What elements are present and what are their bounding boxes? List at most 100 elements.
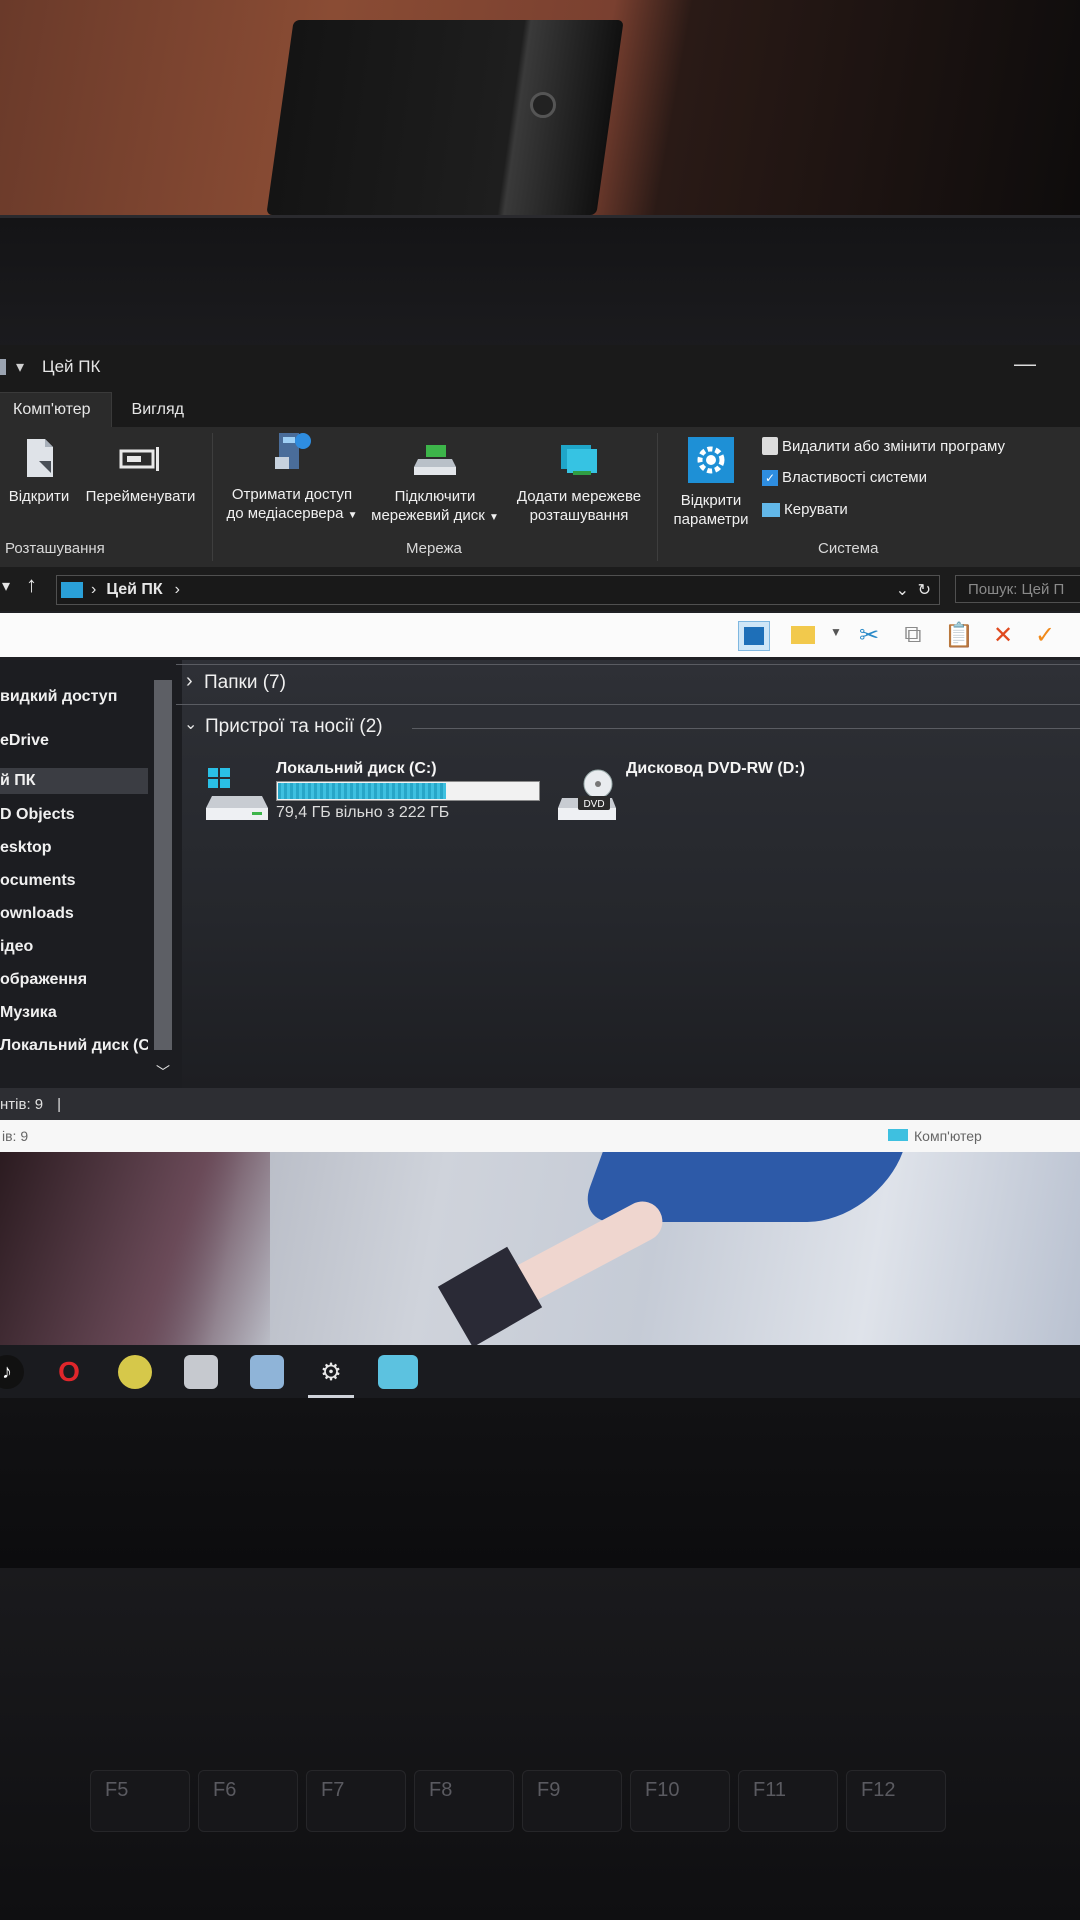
recent-dropdown-icon[interactable]: ▾ xyxy=(2,576,10,596)
breadcrumb-chevron-icon: › xyxy=(174,581,180,598)
scroll-thumb[interactable] xyxy=(154,680,172,1050)
system-properties-button[interactable]: ✓ Властивості системи xyxy=(762,469,927,486)
settings-label-2: параметри xyxy=(673,511,749,528)
location-group-label: Розташування xyxy=(5,540,105,557)
svg-text:DVD: DVD xyxy=(583,799,604,810)
settings-taskbar-icon[interactable]: ⚙ xyxy=(314,1355,348,1389)
quick-access-dropdown[interactable]: ▾ xyxy=(16,357,24,377)
status-bar: нтів: 9 | xyxy=(0,1088,1080,1120)
computer-small-icon xyxy=(888,1129,908,1141)
uninstall-program-button[interactable]: Видалити або змінити програму xyxy=(762,437,1005,455)
paste-icon[interactable]: 📋 xyxy=(944,621,974,649)
minimize-button[interactable]: — xyxy=(1014,351,1036,377)
chevron-down-icon[interactable]: ▼ xyxy=(830,625,842,639)
add-network-location-button[interactable]: Додати мережеве розташування xyxy=(508,441,650,525)
window-title: Цей ПК xyxy=(42,357,101,376)
folder-icon xyxy=(0,359,6,375)
nav-item-pictures[interactable]: ображення xyxy=(0,971,87,989)
network-drive-icon xyxy=(414,445,456,475)
dvd-drive-icon: DVD xyxy=(558,769,616,820)
title-bar: ▾ Цей ПК — xyxy=(0,345,1080,389)
function-key-row: F5 F6 F7 F8 F9 F10 F11 F12 xyxy=(90,1770,946,1832)
nav-scrollbar[interactable]: ﹀ xyxy=(148,660,178,1088)
nav-item-music[interactable]: Музика xyxy=(0,1004,57,1022)
custom-toolbar: ▼ ✂ ⧉ 📋 ✕ ✓ xyxy=(0,613,1080,657)
rename-label: Перейменувати xyxy=(85,488,196,505)
cut-icon[interactable]: ✂ xyxy=(854,621,884,649)
media-server-label-2: до медіасервера xyxy=(226,505,344,522)
nav-item-3d-objects[interactable]: D Objects xyxy=(0,806,75,824)
monitor-bezel-top xyxy=(0,215,1080,348)
check-icon[interactable]: ✓ xyxy=(1030,621,1060,649)
scroll-down-icon[interactable]: ﹀ xyxy=(156,1062,170,1082)
open-label: Відкрити xyxy=(8,488,70,505)
function-key: F5 xyxy=(90,1770,190,1832)
function-key: F11 xyxy=(738,1770,838,1832)
up-arrow-icon[interactable]: ↑ xyxy=(26,572,37,598)
photos-app-icon[interactable] xyxy=(250,1355,284,1389)
settings-label-1: Відкрити xyxy=(680,492,742,509)
nav-item-video[interactable]: ідео xyxy=(0,938,33,956)
nav-item-desktop[interactable]: esktop xyxy=(0,839,52,857)
explorer-taskbar-icon[interactable] xyxy=(378,1355,418,1389)
address-field[interactable]: › Цей ПК › ⌄ ↻ xyxy=(56,575,940,605)
nav-item-documents[interactable]: ocuments xyxy=(0,872,76,890)
folders-group-header[interactable]: Папки (7) xyxy=(204,672,286,694)
uninstall-icon xyxy=(762,437,778,455)
media-server-icon xyxy=(275,433,311,469)
copy-icon[interactable]: ⧉ xyxy=(898,621,928,649)
drive-d-tile[interactable]: DVD Дисковод DVD-RW (D:) xyxy=(556,760,816,830)
breadcrumb-this-pc[interactable]: Цей ПК xyxy=(106,581,162,599)
scanner-app-icon[interactable] xyxy=(184,1355,218,1389)
add-location-label-1: Додати мережеве xyxy=(516,488,642,505)
nav-item-downloads[interactable]: ownloads xyxy=(0,905,74,923)
nav-item-this-pc[interactable]: й ПК xyxy=(0,768,148,794)
collapse-chevron-icon[interactable]: ⌄ xyxy=(184,714,197,734)
taskbar: ♪ O ⚙ xyxy=(0,1345,1080,1398)
drive-c-name: Локальний диск (C:) xyxy=(276,760,437,777)
manage-button[interactable]: Керувати xyxy=(762,501,848,518)
chevron-down-icon: ▼ xyxy=(488,512,499,523)
expand-chevron-icon[interactable]: › xyxy=(186,670,193,693)
gear-icon xyxy=(688,437,734,483)
function-key: F12 xyxy=(846,1770,946,1832)
group-separator xyxy=(212,433,213,561)
item-count-secondary: ів: 9 xyxy=(2,1128,29,1144)
rename-button[interactable]: Перейменувати xyxy=(78,437,203,506)
network-location-icon xyxy=(561,445,597,475)
item-count: нтів: 9 xyxy=(0,1095,44,1113)
nav-item-local-disk[interactable]: Локальний диск (C:) xyxy=(0,1037,161,1055)
group-separator xyxy=(657,433,658,561)
preview-pane-icon[interactable] xyxy=(738,621,770,651)
manage-label: Керувати xyxy=(784,501,848,518)
drive-c-tile[interactable]: Локальний диск (C:) 79,4 ГБ вільно з 222… xyxy=(200,760,550,830)
computer-status-label: Комп'ютер xyxy=(914,1128,982,1144)
computer-icon xyxy=(61,582,83,598)
system-properties-label: Властивості системи xyxy=(782,469,927,486)
folder-view-icon[interactable] xyxy=(788,621,818,649)
monitor-bezel-bottom xyxy=(0,1398,1080,1568)
group-divider xyxy=(176,704,1080,705)
opera-icon[interactable]: O xyxy=(52,1355,86,1389)
delete-icon[interactable]: ✕ xyxy=(988,621,1018,649)
tiktok-icon[interactable]: ♪ xyxy=(0,1355,24,1389)
search-input[interactable]: Пошук: Цей П xyxy=(955,575,1080,603)
function-key: F6 xyxy=(198,1770,298,1832)
tab-view[interactable]: Вигляд xyxy=(112,401,204,427)
nav-item-quick-access[interactable]: видкий доступ xyxy=(0,688,117,706)
map-network-drive-button[interactable]: Підключити мережевий диск ▼ xyxy=(365,441,505,527)
group-divider xyxy=(412,728,1080,729)
nav-item-onedrive[interactable]: eDrive xyxy=(0,732,49,750)
address-dropdown-icon[interactable]: ⌄ xyxy=(896,580,909,600)
open-button[interactable]: Відкрити xyxy=(4,437,74,506)
devices-group-header[interactable]: Пристрої та носії (2) xyxy=(205,716,383,738)
rename-icon xyxy=(119,447,159,471)
media-server-button[interactable]: Отримати доступ до медіасервера ▼ xyxy=(222,427,362,525)
router-device xyxy=(266,20,624,215)
chevron-down-icon: ▼ xyxy=(347,510,358,521)
open-settings-button[interactable]: Відкрити параметри xyxy=(664,437,758,529)
messenger-icon[interactable] xyxy=(118,1355,152,1389)
function-key: F8 xyxy=(414,1770,514,1832)
refresh-icon[interactable]: ↻ xyxy=(918,580,931,600)
tab-computer[interactable]: Комп'ютер xyxy=(0,392,112,427)
